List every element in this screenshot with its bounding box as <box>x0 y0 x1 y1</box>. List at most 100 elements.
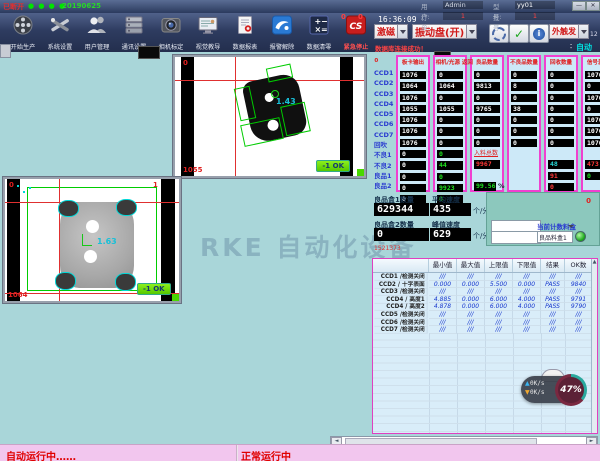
results-header-cell: 最小值 <box>429 259 457 272</box>
model-value: yy01 <box>515 1 555 9</box>
counter-left: 0 <box>341 13 346 21</box>
measure-value: 1.63 <box>97 237 117 246</box>
title-bar: 已断开 ● ● ● ● 20190625 <box>0 0 600 13</box>
signal-row-label: CCD6 <box>372 119 393 129</box>
camera-index: 0 <box>9 181 14 189</box>
chevron-down-icon[interactable] <box>398 24 408 39</box>
camera-icon <box>160 15 182 39</box>
trigger-mode-dropdown[interactable]: 外触发 <box>549 24 589 39</box>
yield-rate-slot: 99.56 % <box>472 181 502 191</box>
signal-cell: 0 <box>472 139 502 149</box>
signal-cell: 0 <box>435 71 465 81</box>
signal-cell: 9923 <box>435 184 465 194</box>
calculator-icon: +−×= <box>308 15 330 39</box>
resize-grip[interactable] <box>172 294 179 301</box>
resize-grip[interactable] <box>357 169 364 176</box>
upload-arrow-icon: ▲ <box>525 380 530 387</box>
signal-cell: 0 <box>546 116 576 126</box>
signal-row-label: CCD5 <box>372 109 393 119</box>
info-icon: i <box>533 28 545 40</box>
intake-total-value-slot: 9967 <box>472 160 502 170</box>
db-status-text: 数据库连接成功！ <box>375 43 427 53</box>
signal-io-table: 0 CCD1CCD2CCD3CCD4CCD5CCD6CCD7回吹不良1不良2良品… <box>372 55 598 192</box>
film-reel-icon <box>12 15 34 39</box>
monitor-icon <box>197 15 219 39</box>
count-box-select[interactable]: 良品料盒1 <box>537 231 573 243</box>
signal-cell: 1076 <box>583 71 600 81</box>
excite-dropdown[interactable]: 激磁 <box>374 24 408 39</box>
memory-gauge[interactable]: 47% <box>555 374 587 406</box>
close-button[interactable]: ✕ <box>586 1 600 11</box>
info-button[interactable]: i <box>529 24 549 43</box>
chevron-down-icon[interactable] <box>467 24 477 39</box>
camera-index: 0 <box>183 59 188 67</box>
results-row: CCD6 /检测关闭 ///////// ///////// <box>373 319 593 327</box>
signal-col-signal-diff: 信号差异 1076010760107610761076 4730 <box>581 55 600 192</box>
results-vertical-scrollbar[interactable]: ▲ <box>591 259 597 433</box>
trigger-count: 12 <box>590 31 598 38</box>
signal-cell: 44 <box>435 161 465 171</box>
signal-row-label: CCD3 <box>372 89 393 99</box>
image-border-left <box>7 179 20 301</box>
batch-value: 1 <box>515 12 555 20</box>
alarm-release-button[interactable]: 报警解除 <box>264 14 300 51</box>
signal-cell: 0 <box>472 116 502 126</box>
signal-col-good-count: 良品数量 0981309765000 入料总数 9967 99.56 % <box>470 55 504 192</box>
signal-cell: 1076 <box>398 139 428 149</box>
confirm-check-button[interactable]: ✓ <box>509 24 529 43</box>
status-dots-icon: ● ● ● ● <box>28 2 66 10</box>
download-arrow-icon: ▼ <box>525 389 530 396</box>
order-label: 订单: <box>421 12 430 32</box>
toolbar: 开始生产 系统设置 用户管理 通讯设置 相机标定 视觉教导 数据报表 报警解除 <box>0 13 600 52</box>
peak-speed-value: 629 <box>430 228 471 241</box>
results-header-cell: 下限值 <box>513 259 541 272</box>
panel-counter: 0 <box>586 197 591 205</box>
box1-count-value: 629344 <box>374 203 429 216</box>
signal-cell: 0 <box>435 173 465 183</box>
status-right-text: 正常运行中 <box>241 448 291 461</box>
app-window: 已断开 ● ● ● ● 20190625 用户: Admin 订单: 1 型号:… <box>0 0 600 461</box>
order-value: 1 <box>443 12 483 20</box>
results-header-cell: 结果 <box>541 259 565 272</box>
data-clear-button[interactable]: +−×= 数据清零 <box>301 14 337 51</box>
signal-cell: 0 <box>398 184 428 194</box>
chevron-down-icon[interactable] <box>579 24 589 39</box>
signal-cell: 0 <box>546 71 576 81</box>
chevron-down-icon[interactable] <box>568 228 575 247</box>
roi-rect <box>240 117 284 147</box>
clock: 16:36:09 <box>378 15 417 24</box>
signal-extra-cell: 48 <box>546 160 576 170</box>
data-report-button[interactable]: 数据报表 <box>227 14 263 51</box>
signal-cell: 9765 <box>472 105 502 115</box>
count-target-panel: 0 当前计数料盒 良品料盒1 <box>486 192 600 246</box>
signal-cell: 1076 <box>398 127 428 137</box>
signal-cell: 8 <box>509 82 539 92</box>
avg-speed-value: 435 <box>430 203 471 216</box>
upload-speed: 0K/s <box>530 380 544 387</box>
minimize-button[interactable]: — <box>572 1 586 11</box>
signal-row-label: 不良1 <box>372 150 393 160</box>
camera-view-bottom[interactable]: 0 1 1064 1.63 -1 OK <box>3 177 181 303</box>
user-management-button[interactable]: 用户管理 <box>79 14 115 51</box>
count-input-2[interactable] <box>491 231 541 244</box>
signal-row-label: CCD2 <box>372 78 393 88</box>
camera-view-top[interactable]: 0 1055 1.43 -1 OK <box>173 55 366 178</box>
camera-flag: 1 <box>153 181 158 189</box>
results-row: CCD2 / 十字表面 0.0000.0005.500 0.000PASS984… <box>373 281 593 289</box>
signal-cell: 1076 <box>583 139 600 149</box>
signal-row-label: 回吹 <box>372 140 393 150</box>
system-settings-button[interactable]: 系统设置 <box>42 14 78 51</box>
vision-teaching-button[interactable]: 视觉教导 <box>190 14 226 51</box>
status-left-text: 自动运行中…… <box>6 448 76 461</box>
signal-cell: 0 <box>509 127 539 137</box>
collapsed-box <box>138 46 160 59</box>
batch-label: 批号: <box>493 12 502 32</box>
image-border-left <box>181 57 194 176</box>
results-row: CCD5 /检测关闭 ///////// ///////// <box>373 311 593 319</box>
side-tab[interactable] <box>0 44 11 58</box>
results-row: CCD4 / 高度2 4.8780.0006.000 4.000PASS9790 <box>373 303 593 311</box>
results-header-row: 最小值最大值上限值下限值结果OK数 <box>373 259 593 273</box>
result-badge: -1 OK <box>137 283 171 295</box>
signal-cell: 0 <box>398 161 428 171</box>
signal-cell: 0 <box>472 71 502 81</box>
